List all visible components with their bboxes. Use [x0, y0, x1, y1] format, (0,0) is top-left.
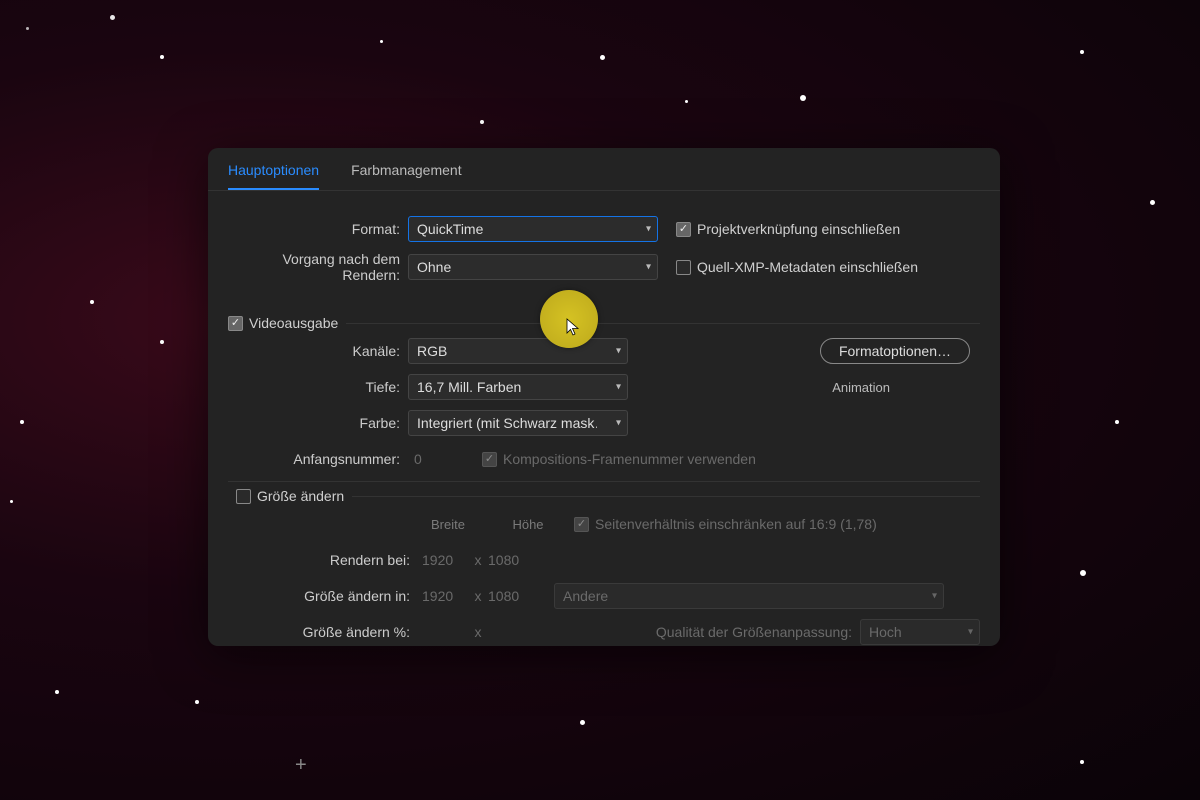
format-select[interactable]: QuickTime ▾ [408, 216, 658, 242]
chevron-down-icon: ▾ [932, 591, 937, 602]
render-at-label: Rendern bei: [248, 552, 418, 568]
render-at-height: 1080 [488, 552, 538, 568]
resize-title: Größe ändern [257, 488, 344, 504]
codec-label: Animation [832, 380, 890, 395]
output-module-dialog: Hauptoptionen Farbmanagement Format: Qui… [208, 148, 1000, 646]
chevron-down-icon: ▾ [646, 224, 651, 235]
video-output-checkbox[interactable] [228, 316, 243, 331]
resize-to-width: 1920 [418, 588, 468, 604]
lock-aspect-label: Seitenverhältnis einschränken auf 16:9 (… [595, 516, 877, 532]
include-xmp-checkbox[interactable] [676, 260, 691, 275]
depth-value: 16,7 Mill. Farben [417, 379, 521, 395]
use-comp-frame-checkbox [482, 452, 497, 467]
resize-pct-label: Größe ändern %: [248, 624, 418, 640]
format-select-value: QuickTime [417, 221, 483, 237]
chevron-down-icon: ▾ [646, 262, 651, 273]
channels-select[interactable]: RGB ▾ [408, 338, 628, 364]
resize-checkbox[interactable] [236, 489, 251, 504]
x-separator: x [468, 552, 488, 568]
width-header: Breite [418, 517, 478, 532]
start-frame-label: Anfangsnummer: [248, 451, 408, 467]
post-render-label: Vorgang nach dem Rendern: [228, 251, 408, 283]
resize-quality-select: Hoch ▾ [860, 619, 980, 645]
resize-quality-value: Hoch [869, 624, 902, 640]
depth-select[interactable]: 16,7 Mill. Farben ▾ [408, 374, 628, 400]
video-output-label: Videoausgabe [249, 315, 338, 331]
include-xmp-label: Quell-XMP-Metadaten einschließen [697, 259, 918, 275]
channels-value: RGB [417, 343, 447, 359]
tab-color-management[interactable]: Farbmanagement [351, 162, 462, 190]
resize-to-height: 1080 [488, 588, 538, 604]
format-label: Format: [228, 221, 408, 237]
color-label: Farbe: [248, 415, 408, 431]
chevron-down-icon: ▾ [616, 418, 621, 429]
include-project-link-label: Projektverknüpfung einschließen [697, 221, 900, 237]
format-options-button[interactable]: Formatoptionen… [820, 338, 970, 364]
channels-label: Kanäle: [248, 343, 408, 359]
x-separator: x [468, 588, 488, 604]
chevron-down-icon: ▾ [616, 346, 621, 357]
use-comp-frame-label: Kompositions-Framenummer verwenden [503, 451, 756, 467]
lock-aspect-checkbox [574, 517, 589, 532]
color-value: Integriert (mit Schwarz mask… [417, 415, 597, 431]
resize-preset-select: Andere ▾ [554, 583, 944, 609]
chevron-down-icon: ▾ [968, 627, 973, 638]
post-render-select[interactable]: Ohne ▾ [408, 254, 658, 280]
chevron-down-icon: ▾ [616, 382, 621, 393]
tab-main-options[interactable]: Hauptoptionen [228, 162, 319, 190]
start-frame-value: 0 [408, 451, 458, 467]
post-render-value: Ohne [417, 259, 451, 275]
resize-to-label: Größe ändern in: [248, 588, 418, 604]
height-header: Höhe [498, 517, 558, 532]
render-at-width: 1920 [418, 552, 468, 568]
resize-preset-value: Andere [563, 588, 608, 604]
cursor-highlight [540, 290, 598, 348]
include-project-link-checkbox[interactable] [676, 222, 691, 237]
resize-quality-label: Qualität der Größenanpassung: [656, 624, 852, 640]
dialog-tabs: Hauptoptionen Farbmanagement [208, 148, 1000, 191]
color-select[interactable]: Integriert (mit Schwarz mask… ▾ [408, 410, 628, 436]
x-separator: x [468, 624, 488, 640]
depth-label: Tiefe: [248, 379, 408, 395]
